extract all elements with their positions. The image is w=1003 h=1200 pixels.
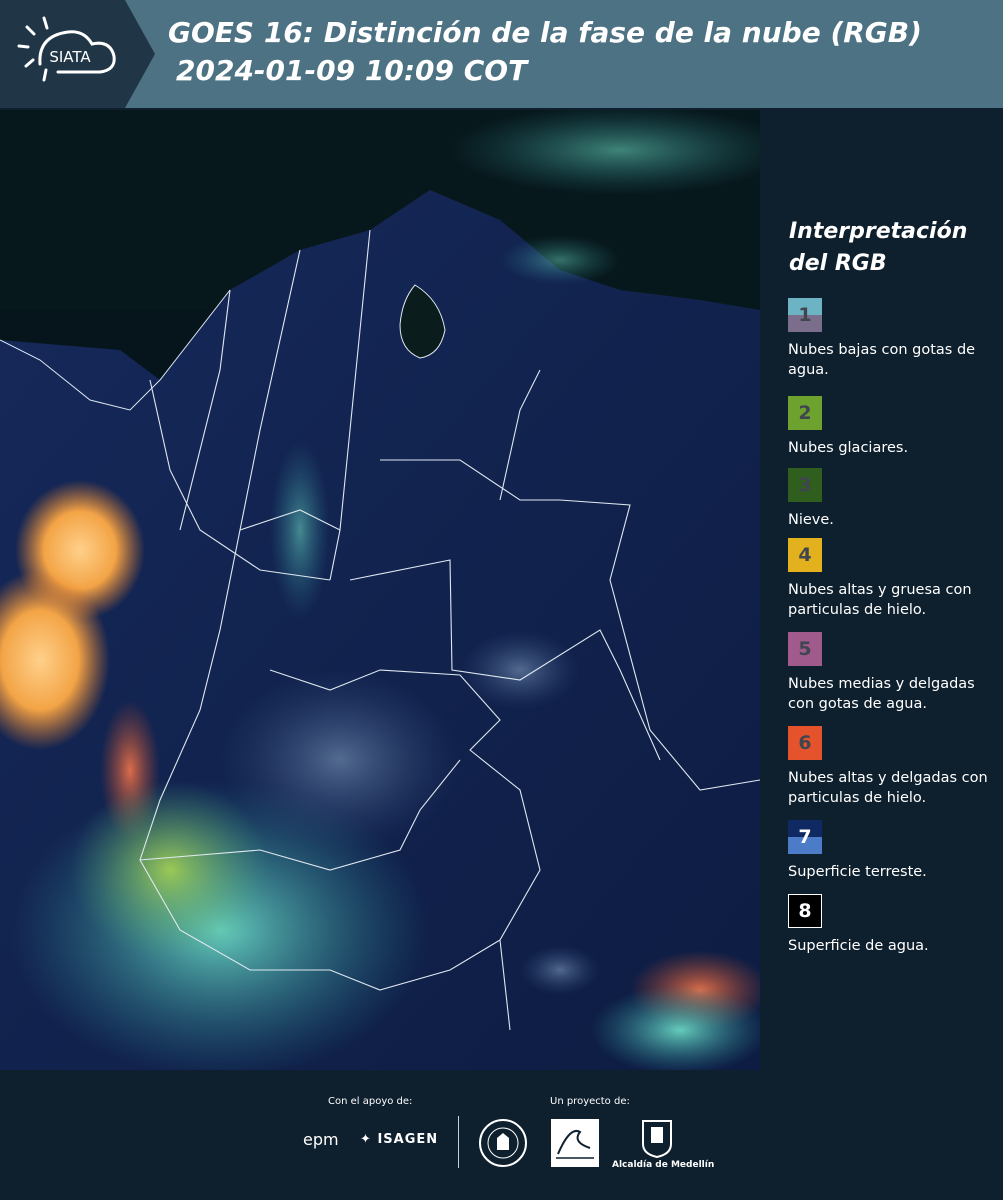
satellite-map bbox=[0, 110, 760, 1070]
support-label: Con el apoyo de: bbox=[328, 1096, 413, 1107]
page-title: GOES 16: Distinción de la fase de la nub… bbox=[168, 14, 922, 90]
legend-title: Interpretación del RGB bbox=[789, 219, 968, 276]
header-bar: SIATA GOES 16: Distinción de la fase de … bbox=[0, 0, 1003, 108]
legend-swatch-5: 5 bbox=[788, 632, 822, 666]
legend-swatch-7: 7 bbox=[788, 820, 822, 854]
legend-label-5: Nubes medias y delgadas con gotas de agu… bbox=[788, 676, 975, 712]
title-line-1: GOES 16: Distinción de la fase de la nub… bbox=[168, 16, 922, 49]
footer-divider bbox=[458, 1116, 459, 1168]
legend-label-8: Superficie de agua. bbox=[788, 938, 929, 954]
legend-label-1: Nubes bajas con gotas de agua. bbox=[788, 342, 976, 378]
medellin-seal-icon bbox=[479, 1119, 527, 1167]
legend-swatch-4: 4 bbox=[788, 538, 822, 572]
legend-swatch-2: 2 bbox=[788, 396, 822, 430]
legend-label-3: Nieve. bbox=[788, 512, 834, 528]
legend-label-4: Nubes altas y gruesa con particulas de h… bbox=[788, 582, 972, 618]
legend-number-2: 2 bbox=[798, 402, 812, 424]
legend-panel: Interpretación del RGB 1 Nubes bajas con… bbox=[776, 110, 996, 1070]
legend-number-6: 6 bbox=[798, 732, 812, 754]
legend-item-7: 7 Superficie terreste. bbox=[788, 820, 1003, 882]
legend-item-3: 3 Nieve. bbox=[788, 468, 1003, 530]
legend-swatch-8: 8 bbox=[788, 894, 822, 928]
alcaldia-shield-icon bbox=[642, 1120, 672, 1158]
legend-item-6: 6 Nubes altas y delgadas con particulas … bbox=[788, 726, 1003, 808]
legend-number-8: 8 bbox=[798, 900, 812, 922]
epm-logo: epm bbox=[303, 1130, 339, 1149]
isagen-text: ISAGEN bbox=[377, 1132, 439, 1147]
legend-item-2: 2 Nubes glaciares. bbox=[788, 396, 1003, 458]
isagen-icon: ✦ bbox=[360, 1132, 372, 1147]
legend-number-3: 3 bbox=[798, 474, 812, 496]
legend-item-1: 1 Nubes bajas con gotas de agua. bbox=[788, 298, 1003, 380]
legend-item-5: 5 Nubes medias y delgadas con gotas de a… bbox=[788, 632, 1003, 714]
siata-logo: SIATA bbox=[0, 0, 160, 108]
alcaldia-label: Alcaldía de Medellín bbox=[612, 1160, 715, 1170]
legend-swatch-1: 1 bbox=[788, 298, 822, 332]
logo-text: SIATA bbox=[49, 48, 91, 66]
project-label: Un proyecto de: bbox=[550, 1096, 630, 1107]
legend-item-4: 4 Nubes altas y gruesa con particulas de… bbox=[788, 538, 1003, 620]
isagen-logo: ✦ ISAGEN bbox=[360, 1132, 438, 1147]
legend-number-5: 5 bbox=[798, 638, 812, 660]
title-line-2: 2024-01-09 10:09 COT bbox=[176, 54, 528, 87]
footer: Con el apoyo de: Un proyecto de: epm ✦ I… bbox=[0, 1070, 1003, 1200]
legend-label-2: Nubes glaciares. bbox=[788, 440, 909, 456]
area-metropolitana-logo-icon bbox=[551, 1119, 599, 1167]
legend-number-7: 7 bbox=[798, 826, 812, 848]
legend-number-4: 4 bbox=[798, 544, 812, 566]
legend-swatch-3: 3 bbox=[788, 468, 822, 502]
legend-label-7: Superficie terreste. bbox=[788, 864, 927, 880]
legend-item-8: 8 Superficie de agua. bbox=[788, 894, 1003, 956]
legend-swatch-6: 6 bbox=[788, 726, 822, 760]
legend-number-1: 1 bbox=[798, 304, 812, 326]
legend-label-6: Nubes altas y delgadas con particulas de… bbox=[788, 770, 988, 806]
